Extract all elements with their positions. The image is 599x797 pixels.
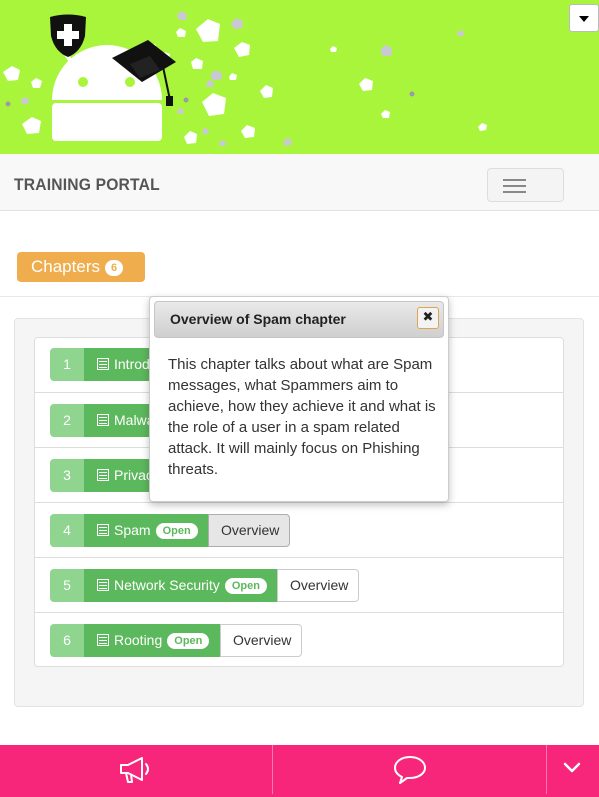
open-badge: Open [167, 633, 210, 649]
chapter-number: 6 [50, 624, 84, 657]
chapter-number: 2 [50, 404, 84, 437]
chapter-number: 1 [50, 348, 84, 381]
chapter-row-5: 5 Network Security Open Overview [34, 557, 564, 612]
book-icon [97, 634, 109, 646]
chapter-button-1[interactable]: Introd [84, 348, 156, 381]
brand-title[interactable]: TRAINING PORTAL [14, 175, 160, 195]
book-icon [97, 358, 109, 370]
chevron-down-icon[interactable] [563, 761, 581, 775]
book-icon [97, 579, 109, 591]
chapters-button[interactable]: Chapters 6 [17, 252, 145, 282]
chapter-button-4[interactable]: Spam Open [84, 514, 208, 547]
chapter-title: Rooting [114, 632, 163, 648]
chapter-number: 3 [50, 459, 84, 492]
bottom-bar-divider [546, 744, 547, 794]
chapter-title: Network Security [114, 577, 220, 593]
chapter-button-6[interactable]: Rooting Open [84, 624, 220, 657]
android-graduate-logo-icon [3, 11, 487, 146]
menu-toggle-button[interactable] [487, 168, 564, 202]
chapters-label: Chapters [31, 257, 100, 276]
open-badge: Open [224, 578, 267, 594]
chapter-row-4: 4 Spam Open Overview [34, 502, 564, 557]
hamburger-menu-icon [503, 179, 526, 181]
open-badge: Open [155, 523, 198, 539]
bottom-action-bar [0, 744, 599, 797]
dropdown-caret-icon [579, 16, 589, 22]
chapter-title: Privac [114, 467, 153, 483]
book-icon [97, 414, 109, 426]
chapter-button-5[interactable]: Network Security Open [84, 569, 277, 602]
chapter-button-3[interactable]: Privac [84, 459, 156, 492]
chapter-title: Spam [114, 522, 151, 538]
shield-cross-icon [50, 14, 86, 57]
chapter-row-6: 6 Rooting Open Overview [34, 612, 564, 667]
chapter-button-2[interactable]: Malwa [84, 404, 156, 437]
book-icon [97, 524, 109, 536]
chapter-number: 4 [50, 514, 84, 547]
chat-bubble-icon[interactable] [392, 754, 428, 786]
bottom-bar-divider [272, 744, 273, 794]
popover-title: Overview of Spam chapter [154, 301, 444, 338]
overview-button-6[interactable]: Overview [220, 624, 302, 657]
popover-close-button[interactable]: ✖ [417, 307, 439, 329]
overview-button-4[interactable]: Overview [208, 514, 290, 547]
dropdown-toggle[interactable] [569, 4, 599, 32]
overview-button-5[interactable]: Overview [277, 569, 359, 602]
megaphone-icon[interactable] [118, 755, 154, 785]
chapter-title: Introd [114, 356, 150, 372]
chapter-number: 5 [50, 569, 84, 602]
header-banner [0, 0, 599, 154]
popover-body: This chapter talks about what are Spam m… [168, 356, 436, 478]
chapters-count-badge: 6 [104, 260, 124, 276]
book-icon [97, 469, 109, 481]
